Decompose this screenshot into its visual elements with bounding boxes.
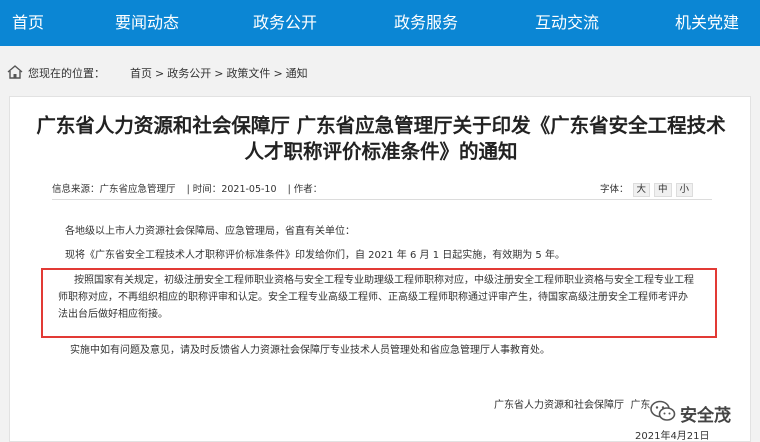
watermark-text: 安全茂 (680, 406, 731, 426)
breadcrumb-notice[interactable]: 通知 (286, 67, 308, 80)
signature-date: 2021年4月21日 (635, 431, 710, 442)
meta-separator: | (287, 184, 291, 195)
signature-org-1: 广东省人力资源和社会保障厅 (494, 400, 624, 411)
breadcrumb-prefix: 您现在的位置： (28, 67, 105, 80)
signature-org-2-partial: 广东 (630, 400, 651, 411)
top-nav-bar: 首页 要闻动态 政务公开 政务服务 互动交流 机关党建 (0, 0, 760, 46)
article-paragraph-intro: 现将《广东省安全工程技术人才职称评价标准条件》印发给你们，自 2021 年 6 … (65, 250, 565, 261)
breadcrumb-separator: > (273, 67, 283, 80)
font-size-medium-button[interactable]: 中 (654, 183, 672, 197)
article-salutation: 各地级以上市人力资源社会保障局、应急管理局，省直有关单位： (65, 226, 355, 237)
article-paragraph-highlighted: 按照国家有关规定，初级注册安全工程师职业资格与安全工程专业助理级工程师职称对应，… (58, 275, 694, 320)
nav-item-home[interactable]: 首页 (12, 0, 44, 46)
nav-item-news[interactable]: 要闻动态 (115, 0, 179, 46)
meta-divider (52, 199, 712, 200)
meta-time-value: 2021-05-10 (221, 184, 277, 195)
breadcrumb-separator: > (214, 67, 224, 80)
meta-separator: | (186, 184, 190, 195)
breadcrumb: 您现在的位置： 首页 > 政务公开 > 政策文件 > 通知 (0, 56, 760, 88)
meta-source-label: 信息来源： (52, 184, 100, 195)
meta-author-label: 作者： (293, 184, 323, 195)
article-title: 广东省人力资源和社会保障厅 广东省应急管理厅关于印发《广东省安全工程技术人才职称… (36, 114, 726, 163)
signature-org: 广东省人力资源和社会保障厅 广东 (494, 396, 650, 411)
breadcrumb-separator: > (155, 67, 165, 80)
font-size-label: 字体： (600, 184, 629, 195)
home-icon (7, 65, 23, 79)
breadcrumb-home[interactable]: 首页 (130, 67, 152, 80)
breadcrumb-policy-docs[interactable]: 政策文件 (226, 67, 270, 80)
breadcrumb-trail: 首页 > 政务公开 > 政策文件 > 通知 (130, 65, 308, 81)
breadcrumb-gov-affairs[interactable]: 政务公开 (167, 67, 211, 80)
nav-item-interaction[interactable]: 互动交流 (535, 0, 599, 46)
font-size-small-button[interactable]: 小 (675, 183, 694, 197)
font-size-switcher: 字体：大中小 (600, 181, 694, 197)
meta-time-label: 时间： (192, 184, 222, 195)
nav-item-gov-affairs[interactable]: 政务公开 (253, 0, 317, 46)
article-paragraph-feedback: 实施中如有问题及意见，请及时反馈省人力资源社会保障厅专业技术人员管理处和省应急管… (70, 345, 550, 356)
meta-source-value: 广东省应急管理厅 (99, 184, 176, 195)
nav-item-gov-services[interactable]: 政务服务 (394, 0, 458, 46)
wechat-icon (650, 400, 676, 421)
nav-item-party-building[interactable]: 机关党建 (675, 0, 739, 46)
font-size-large-button[interactable]: 大 (632, 183, 651, 197)
article-meta: 信息来源：广东省应急管理厅 | 时间：2021-05-10 | 作者： (52, 181, 322, 195)
article-panel: 广东省人力资源和社会保障厅 广东省应急管理厅关于印发《广东省安全工程技术人才职称… (9, 96, 751, 442)
